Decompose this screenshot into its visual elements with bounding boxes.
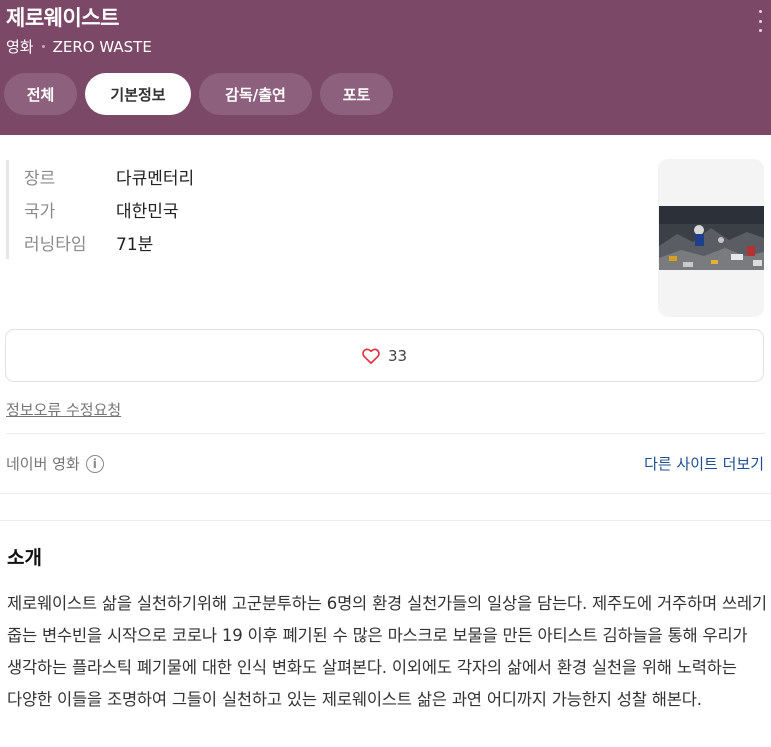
intro-title: 소개	[7, 547, 42, 569]
divider	[0, 493, 771, 494]
tab-bar: 전체 기본정보 감독/출연 포토	[4, 73, 393, 115]
info-row-runtime: 러닝타임 71분	[24, 226, 194, 259]
divider	[0, 520, 771, 521]
page-title: 제로웨이스트	[6, 6, 119, 30]
more-options-icon[interactable]	[753, 10, 767, 32]
info-row-country: 국가 대한민국	[24, 193, 194, 226]
poster-thumbnail[interactable]	[658, 159, 764, 317]
genre-label: 장르	[24, 169, 56, 189]
info-circle-icon[interactable]: i	[85, 454, 104, 473]
category-label: 영화	[6, 38, 34, 56]
tab-photo[interactable]: 포토	[320, 73, 393, 115]
subtitle: 영화 ZERO WASTE	[6, 36, 152, 57]
like-button[interactable]: 33	[5, 329, 764, 382]
report-error-link[interactable]: 정보오류 수정요청	[6, 399, 121, 420]
original-title: ZERO WASTE	[52, 37, 152, 56]
tab-basic-info[interactable]: 기본정보	[85, 73, 191, 115]
separator-dot	[41, 45, 45, 48]
like-count: 33	[387, 346, 408, 365]
tab-all[interactable]: 전체	[4, 73, 77, 115]
header: 제로웨이스트 영화 ZERO WASTE 전체 기본정보 감독/출연 포토	[0, 0, 771, 135]
divider	[6, 433, 765, 434]
runtime-label: 러닝타임	[24, 235, 87, 255]
source-name: 네이버 영화	[6, 455, 80, 473]
heart-outline-icon	[362, 348, 380, 364]
country-value: 대한민국	[116, 202, 179, 222]
source-label: 네이버 영화 i	[6, 453, 104, 474]
intro-description: 제로웨이스트 삶을 실천하기위해 고군분투하는 6명의 환경 실천가들의 일상을…	[7, 594, 767, 709]
tab-director-cast[interactable]: 감독/출연	[199, 73, 312, 115]
genre-value: 다큐멘터리	[116, 169, 195, 189]
info-row-genre: 장르 다큐멘터리	[24, 160, 194, 193]
poster-image	[659, 206, 764, 270]
info-list: 장르 다큐멘터리 국가 대한민국 러닝타임 71분	[6, 160, 194, 259]
runtime-value: 71분	[116, 235, 154, 255]
more-sites-link[interactable]: 다른 사이트 더보기	[644, 453, 764, 474]
country-label: 국가	[24, 202, 56, 222]
